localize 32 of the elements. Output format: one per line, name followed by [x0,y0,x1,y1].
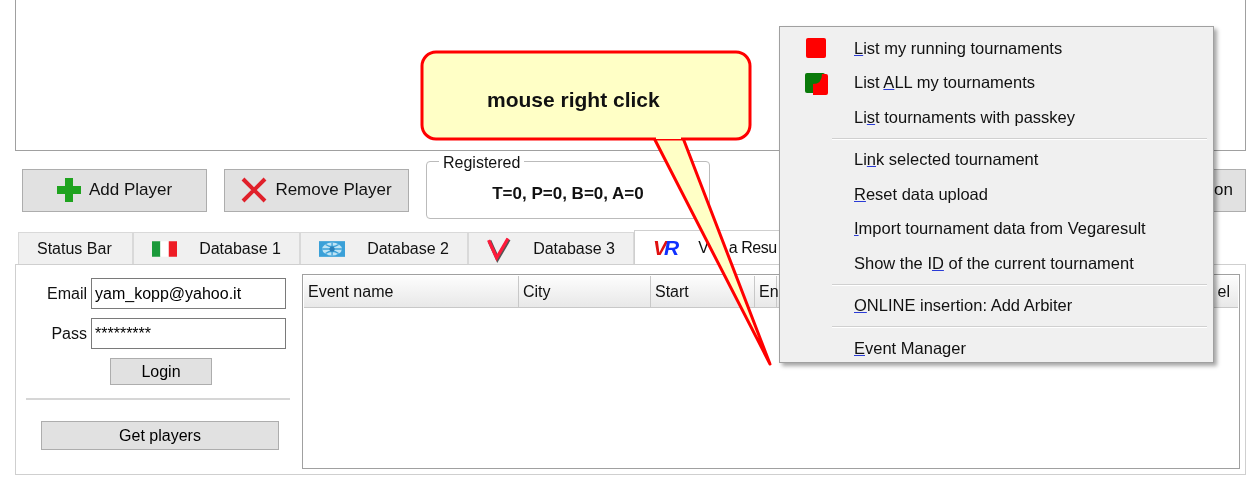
column-header[interactable]: el [1213,276,1238,307]
password-field[interactable]: ********* [91,318,286,349]
callout-text: mouse right click [487,87,660,113]
get-players-button[interactable]: Get players [41,421,279,450]
menu-item[interactable]: List my running tournaments [780,31,1213,66]
remove-player-button[interactable]: Remove Player [224,168,409,212]
login-button[interactable]: Login [110,358,212,385]
tab[interactable]: Database 3 [468,232,634,264]
menu-item[interactable]: Link selected tournament [780,142,1213,177]
field-label: Pass [50,323,88,344]
logo-icon: VR [653,231,677,264]
menu-item[interactable]: Show the ID of the current tournament [780,246,1213,281]
field-label: Email [46,283,88,304]
two-color-square-icon [805,72,828,96]
column-header[interactable]: Event name [304,276,519,307]
column-header[interactable]: En [755,276,777,307]
column-header[interactable]: City [519,276,651,307]
menu-item[interactable]: ONLINE insertion: Add Arbiter [780,288,1213,323]
tab[interactable]: Database 1 [133,232,300,264]
cross-icon [241,177,268,203]
tab[interactable]: Database 2 [300,232,468,264]
menu-item[interactable]: Reset data upload [780,177,1213,212]
menu-item[interactable]: List tournaments with passkey [780,100,1213,135]
email-field[interactable]: yam_kopp@yahoo.it [91,278,286,309]
plus-icon [56,178,81,202]
square-icon [805,38,827,60]
add-player-button[interactable]: Add Player [22,168,207,212]
menu-item[interactable]: Import tournament data from Vegaresult [780,211,1213,246]
menu-item[interactable]: List ALL my tournaments [780,65,1213,100]
registered-counts: T=0, P=0, B=0, A=0 [491,183,645,205]
menu-item[interactable]: Event Manager [780,331,1213,366]
tab[interactable]: Status Bar [18,232,133,264]
